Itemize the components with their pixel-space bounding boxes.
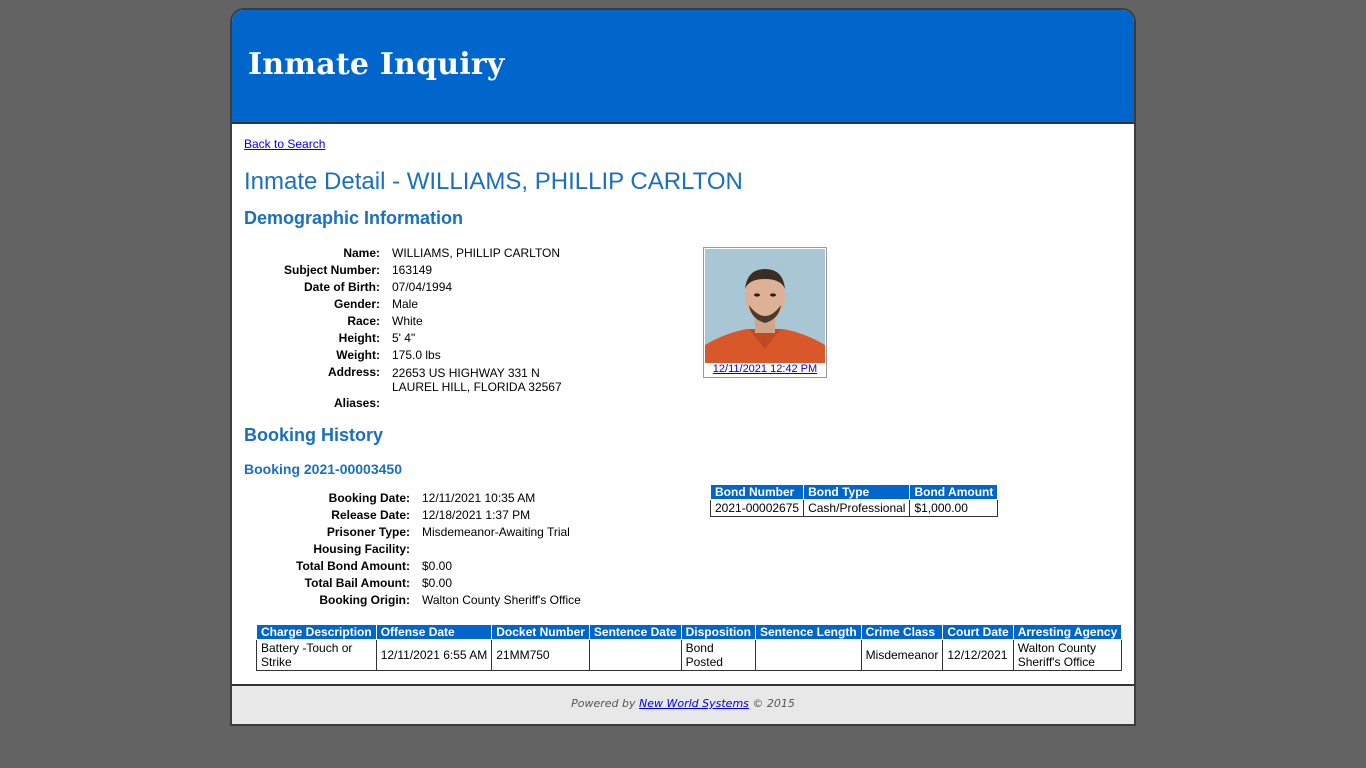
table-row: Battery -Touch or Strike 12/11/2021 6:55… <box>256 639 1123 671</box>
disposition-cell: Bond Posted <box>680 639 756 671</box>
field-aliases: Aliases: <box>333 396 380 410</box>
arresting-agency-cell: Walton County Sheriff's Office <box>1012 639 1123 671</box>
bond-number-cell: 2021-00002675 <box>709 499 805 517</box>
docket-number-cell: 21MM750 <box>491 639 590 671</box>
bond-type-cell: Cash/Professional <box>803 499 911 517</box>
field-weight: Weight: 175.0 lbs <box>336 348 441 362</box>
crime-class-cell: Misdemeanor <box>860 639 944 671</box>
field-total-bail-amount: Total Bail Amount: $0.00 <box>304 576 453 590</box>
offense-date-cell: 12/11/2021 6:55 AM <box>375 639 493 671</box>
header-banner: Inmate Inquiry <box>232 10 1134 124</box>
page-container: Inmate Inquiry Back to Search Inmate Det… <box>230 8 1136 726</box>
field-date-of-birth: Date of Birth: 07/04/1994 <box>304 280 453 294</box>
page-title: Inmate Detail - WILLIAMS, PHILLIP CARLTO… <box>244 168 743 195</box>
field-name: Name: WILLIAMS, PHILLIP CARLTON <box>343 246 561 260</box>
bond-amount-cell: $1,000.00 <box>909 499 999 517</box>
field-booking-origin: Booking Origin: Walton County Sheriff's O… <box>319 593 581 607</box>
field-height: Height: 5' 4" <box>338 331 416 345</box>
charge-table: Charge Description Offense Date Docket N… <box>256 624 1123 671</box>
site-title: Inmate Inquiry <box>248 47 505 82</box>
bond-table-header: Bond Number Bond Type Bond Amount <box>709 484 999 500</box>
col-bond-type: Bond Type <box>803 484 911 500</box>
field-housing-facility: Housing Facility: <box>313 542 410 556</box>
booking-fields: Booking Date: 12/11/2021 10:35 AM Release… <box>244 490 581 609</box>
bond-table: Bond Number Bond Type Bond Amount 2021-0… <box>709 484 999 517</box>
col-court-date: Court Date <box>942 624 1014 640</box>
sentence-length-cell <box>754 639 862 671</box>
charge-description-cell: Battery -Touch or Strike <box>256 639 377 671</box>
field-release-date: Release Date: 12/18/2021 1:37 PM <box>331 508 531 522</box>
sentence-date-cell <box>588 639 682 671</box>
booking-history-heading: Booking History <box>244 425 384 445</box>
photo-date-link[interactable]: 12/11/2021 12:42 PM <box>704 363 826 377</box>
field-prisoner-type: Prisoner Type: Misdemeanor-Awaiting Trial <box>326 525 570 539</box>
col-sentence-date: Sentence Date <box>588 624 682 640</box>
inmate-photo-frame: 12/11/2021 12:42 PM <box>703 247 827 378</box>
booking-title: Booking 2021-00003450 <box>244 461 402 477</box>
field-subject-number: Subject Number: 163149 <box>283 263 433 277</box>
col-disposition: Disposition <box>680 624 756 640</box>
col-docket-number: Docket Number <box>491 624 590 640</box>
field-total-bond-amount: Total Bond Amount: $0.00 <box>296 559 453 573</box>
court-date-cell: 12/12/2021 <box>942 639 1014 671</box>
field-booking-date: Booking Date: 12/11/2021 10:35 AM <box>328 491 536 505</box>
col-bond-number: Bond Number <box>709 484 805 500</box>
field-gender: Gender: Male <box>333 297 419 311</box>
new-world-systems-link[interactable]: New World Systems <box>639 697 749 710</box>
main-content: Back to Search Inmate Detail - WILLIAMS,… <box>232 124 1134 682</box>
demographic-heading: Demographic Information <box>244 208 464 228</box>
field-race: Race: White <box>347 314 423 328</box>
col-arresting-agency: Arresting Agency <box>1012 624 1123 640</box>
footer-copyright: © 2015 <box>752 697 795 710</box>
col-sentence-length: Sentence Length <box>754 624 862 640</box>
table-row: 2021-00002675 Cash/Professional $1,000.0… <box>709 499 999 517</box>
back-to-search-link[interactable]: Back to Search <box>244 137 325 151</box>
charge-table-header: Charge Description Offense Date Docket N… <box>256 624 1123 640</box>
col-bond-amount: Bond Amount <box>909 484 999 500</box>
col-charge-description: Charge Description <box>256 624 377 640</box>
footer: Powered by New World Systems © 2015 <box>232 684 1134 724</box>
footer-prefix: Powered by <box>571 697 636 710</box>
col-crime-class: Crime Class <box>860 624 944 640</box>
inmate-photo[interactable] <box>705 249 825 363</box>
col-offense-date: Offense Date <box>375 624 493 640</box>
demographic-fields: Name: WILLIAMS, PHILLIP CARLTON Subject N… <box>244 245 562 412</box>
field-address: Address: 22653 US HIGHWAY 331 N LAUREL HI… <box>327 365 562 394</box>
